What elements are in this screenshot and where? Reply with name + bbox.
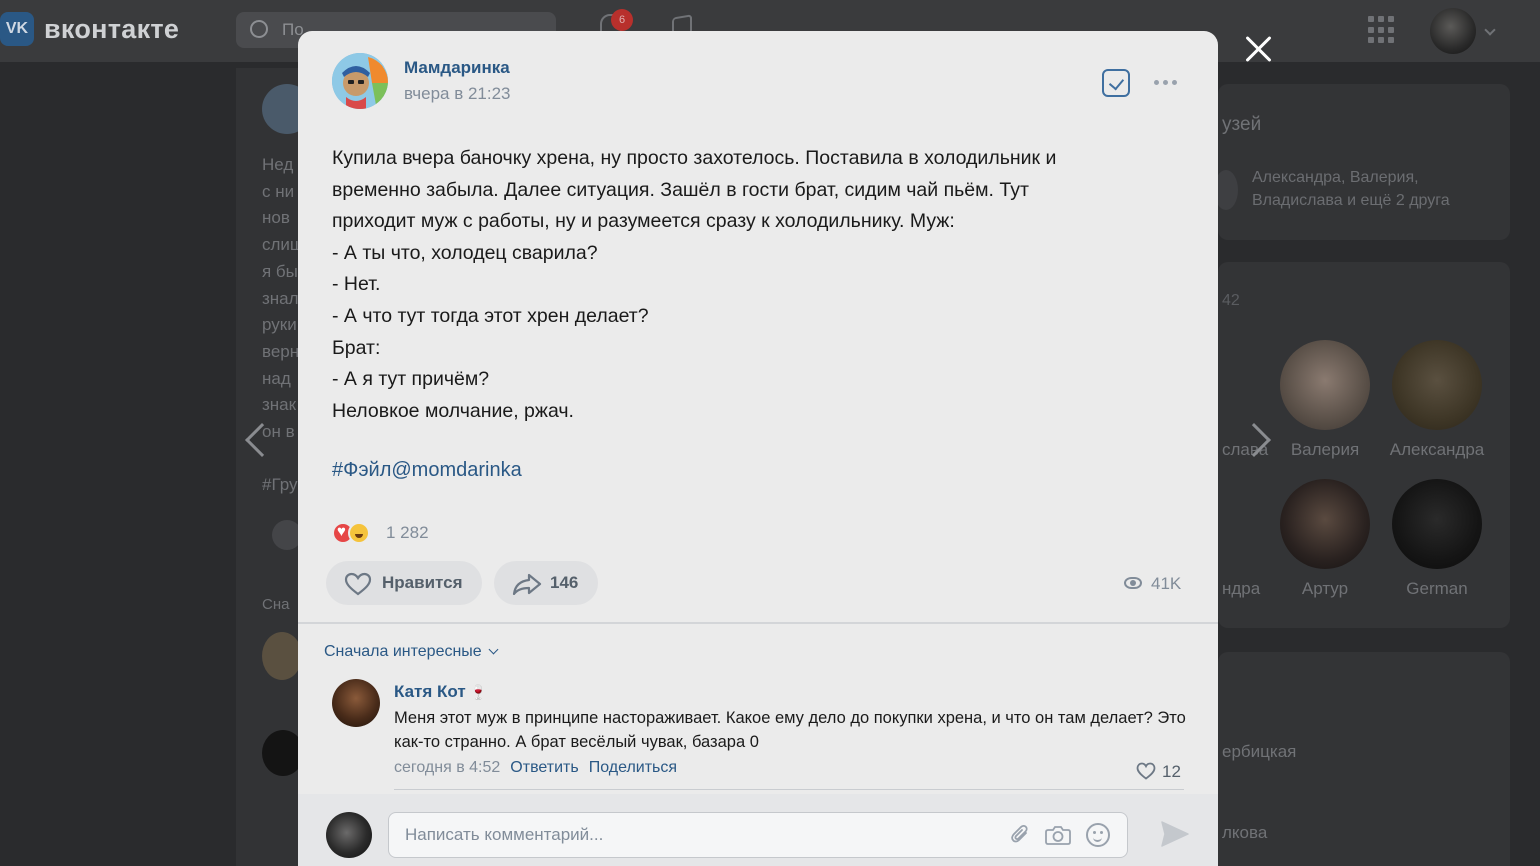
author-avatar-illustration — [332, 53, 388, 109]
share-comment-link[interactable]: Поделиться — [589, 759, 677, 776]
comment-composer: Написать комментарий... — [298, 794, 1218, 866]
friend-photo — [1392, 479, 1482, 569]
widget-title: узей — [1222, 114, 1262, 135]
eye-icon — [1124, 577, 1142, 589]
chevron-down-icon — [488, 644, 499, 655]
reactions-count: 1 282 — [386, 523, 429, 542]
share-arrow-icon — [512, 573, 542, 595]
notification-badge: 6 — [611, 9, 633, 31]
heart-outline-icon — [344, 572, 372, 596]
comments-sort-dropdown[interactable]: Сначала интересные — [324, 643, 499, 661]
send-icon[interactable] — [1160, 820, 1190, 848]
brand-name[interactable]: вконтакте — [44, 14, 179, 45]
feed-sort-label: Сна — [262, 596, 290, 613]
comment-text: Меня этот муж в принципе настораживает. … — [394, 709, 1186, 751]
laugh-reaction-icon — [348, 522, 370, 544]
post-hashtag-link[interactable]: #Фэйл@momdarinka — [332, 459, 522, 482]
reply-link[interactable]: Ответить — [510, 759, 578, 776]
comment-like-count: 12 — [1162, 762, 1181, 781]
close-icon[interactable] — [1240, 30, 1278, 68]
sort-label: Сначала интересные — [324, 643, 482, 660]
friend-card: Валерия — [1270, 340, 1380, 460]
friends-count: 42 — [1222, 292, 1240, 309]
friend-name-partial: ндра — [1222, 579, 1261, 598]
friend-card: Артур — [1270, 479, 1380, 599]
profile-avatar[interactable] — [1430, 8, 1476, 54]
author-name[interactable]: Мамдаринка — [404, 58, 510, 78]
post-modal: Мамдаринка вчера в 21:23 Купила вчера ба… — [298, 31, 1218, 866]
friend-photo — [1392, 340, 1482, 430]
heart-outline-icon — [1136, 762, 1156, 780]
divider — [298, 622, 1218, 624]
emoji-smile-icon[interactable] — [1086, 823, 1110, 847]
share-button[interactable]: 146 — [494, 561, 598, 605]
friend-photo — [1280, 340, 1370, 430]
comment-like-button[interactable]: 12 — [1136, 759, 1181, 782]
post-timestamp[interactable]: вчера в 21:23 — [404, 84, 511, 104]
like-button[interactable]: Нравится — [326, 561, 482, 605]
wine-glass-icon: 🍷 — [469, 684, 488, 700]
contact-name-partial: лкова — [1222, 823, 1268, 842]
attach-clip-icon[interactable] — [1009, 824, 1031, 846]
friend-card: Александра — [1382, 340, 1492, 460]
post-text: Купила вчера баночку хрена, ну просто за… — [332, 147, 1057, 422]
comment-author-name[interactable]: Катя Кот 🍷 — [394, 682, 487, 702]
friend-photo — [1280, 479, 1370, 569]
bookmark-check-icon[interactable] — [1102, 69, 1130, 97]
comment-time[interactable]: сегодня в 4:52 — [394, 759, 500, 776]
author-avatar[interactable] — [332, 53, 388, 109]
more-options-icon[interactable] — [1154, 79, 1180, 87]
views-count: 41K — [1151, 574, 1182, 593]
search-icon — [250, 20, 268, 38]
widget-subtitle: Александра, Валерия, Владислава и ещё 2 … — [1252, 169, 1450, 209]
like-label: Нравится — [382, 573, 463, 592]
divider — [394, 789, 1184, 790]
comment-meta: сегодня в 4:52 Ответить Поделиться — [394, 759, 677, 777]
vk-logo-icon[interactable]: VK — [0, 12, 34, 46]
friend-card: German — [1382, 479, 1492, 599]
comment-placeholder: Написать комментарий... — [405, 825, 604, 844]
share-count: 146 — [550, 573, 579, 592]
contact-name-partial: ербицкая — [1222, 742, 1297, 761]
camera-icon[interactable] — [1045, 825, 1071, 845]
comment-input[interactable]: Написать комментарий... — [388, 812, 1128, 858]
right-widget — [1218, 84, 1510, 240]
comment-author-avatar[interactable] — [332, 679, 380, 727]
apps-grid-icon[interactable] — [1368, 16, 1396, 44]
feed-comment-avatar — [262, 632, 302, 680]
current-user-avatar[interactable] — [326, 812, 372, 858]
